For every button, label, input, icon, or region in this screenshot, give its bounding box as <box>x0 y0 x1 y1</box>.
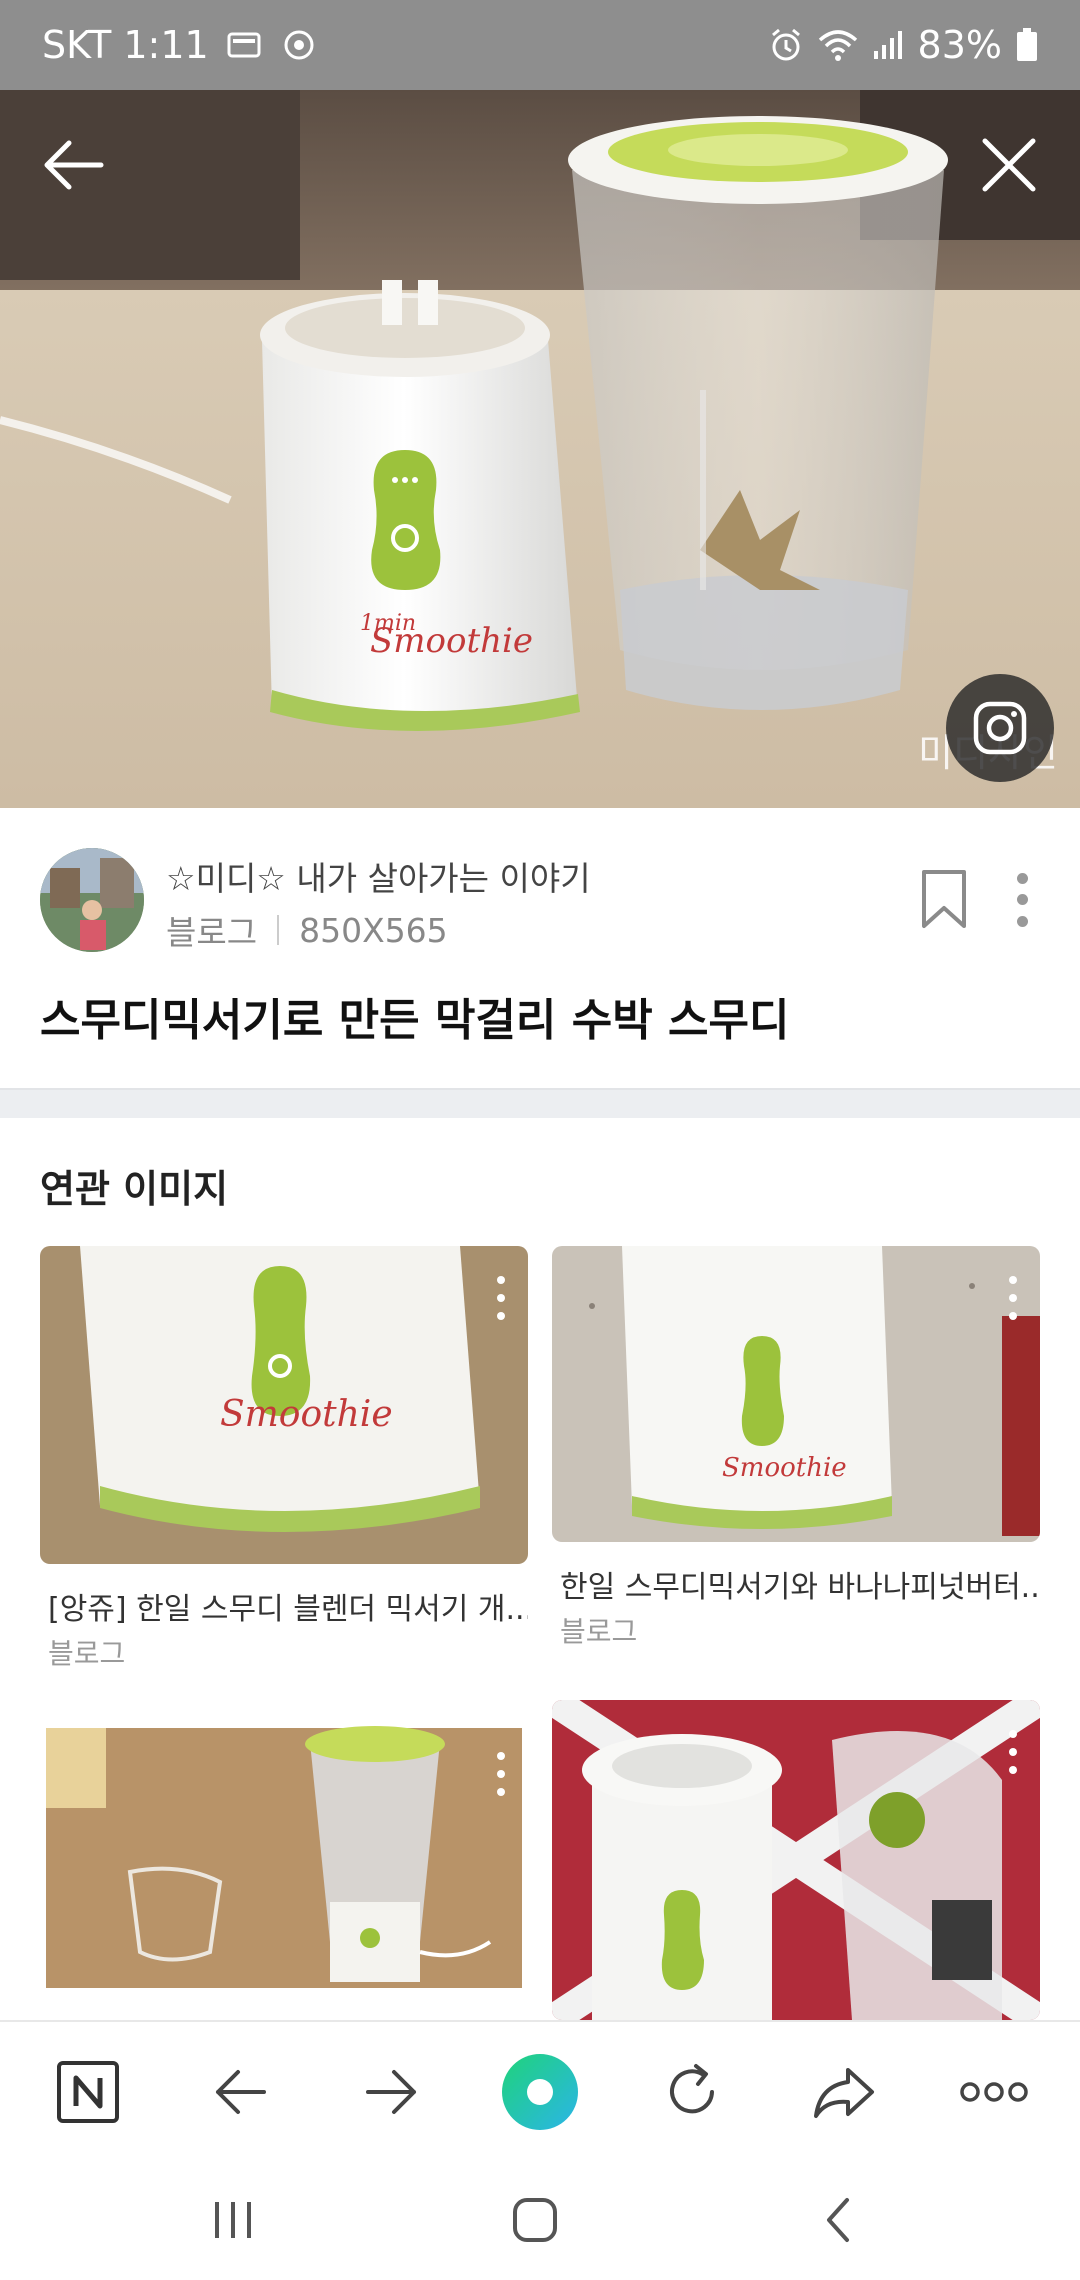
card-more-button[interactable] <box>1008 1730 1018 1774</box>
bookmark-button[interactable] <box>916 868 972 932</box>
dot <box>1016 915 1028 927</box>
image-meta: 블로그 850X565 <box>166 906 448 954</box>
card-source: 블로그 <box>48 1637 126 1670</box>
battery-icon <box>1016 28 1038 62</box>
naver-home-icon <box>57 2061 119 2123</box>
alarm-icon <box>768 27 804 63</box>
image-info-section: ☆미디☆ 내가 살아가는 이야기 블로그 850X565 스무디믹서기로 만든 … <box>0 808 1080 1088</box>
carrier-time: SKT 1:11 <box>42 23 209 67</box>
more-options-button[interactable] <box>1000 868 1044 932</box>
related-card-4[interactable] <box>552 1700 1040 2020</box>
blog-name[interactable]: ☆미디☆ 내가 살아가는 이야기 <box>166 852 591 900</box>
bookmark-icon <box>922 870 966 928</box>
card-caption: 한일 스무디믹서기와 바나나피넛버터... <box>560 1570 1040 1605</box>
related-thumb-image: Smoothie <box>40 1246 528 1564</box>
dot <box>1016 894 1028 906</box>
image-viewer-page: SKT 1:11 83% 1min Smoothie ☆미디☆ 내가 살아가는 … <box>0 0 1080 2280</box>
card-more-button[interactable] <box>496 1752 506 1796</box>
lens-search-icon <box>973 701 1027 755</box>
avatar-image <box>40 848 144 952</box>
dot <box>1016 873 1028 885</box>
browser-toolbar <box>0 2020 1080 2160</box>
close-button[interactable] <box>964 120 1054 210</box>
status-bar: SKT 1:11 83% <box>0 0 1080 90</box>
related-thumb-1: Smoothie <box>40 1246 528 1564</box>
wifi-icon <box>818 28 858 62</box>
related-card-3[interactable] <box>40 1722 528 2022</box>
back-icon <box>827 2198 849 2242</box>
related-thumb-image: Smoothie <box>552 1246 1040 1542</box>
recent-apps-button[interactable] <box>188 2180 278 2260</box>
svg-text:Smoothie: Smoothie <box>220 1394 393 1435</box>
home-icon <box>513 2198 557 2242</box>
recent-apps-icon <box>215 2202 251 2238</box>
refresh-icon <box>670 2064 714 2114</box>
related-thumb-4 <box>552 1700 1040 2020</box>
green-dot-button[interactable] <box>498 2050 582 2134</box>
svg-text:Smoothie: Smoothie <box>722 1453 847 1483</box>
back-button[interactable] <box>28 120 118 210</box>
smart-lens-button[interactable] <box>946 674 1054 782</box>
sync-icon <box>281 27 317 63</box>
more-icon <box>960 2082 1028 2102</box>
browser-forward-button[interactable] <box>350 2050 434 2134</box>
source-type: 블로그 <box>166 913 258 952</box>
system-back-button[interactable] <box>792 2180 882 2260</box>
meta-divider <box>277 915 280 945</box>
share-button[interactable] <box>802 2050 886 2134</box>
blender-logo-text: Smoothie <box>370 621 533 661</box>
sim-card-icon <box>227 30 263 60</box>
card-caption: [앙쥬] 한일 스무디 블렌더 믹서기 개... <box>48 1592 528 1627</box>
naver-home-button[interactable] <box>46 2050 130 2134</box>
card-more-button[interactable] <box>496 1276 506 1320</box>
main-image[interactable]: 1min Smoothie 미디자인 <box>0 90 1080 808</box>
blog-avatar[interactable] <box>40 848 144 952</box>
related-thumb-3 <box>40 1722 528 1994</box>
green-dot-icon <box>502 2054 578 2130</box>
post-title[interactable]: 스무디믹서기로 만든 막걸리 수박 스무디 <box>40 984 789 1048</box>
related-card-2[interactable]: Smoothie 한일 스무디믹서기와 바나나피넛버터... 블로그 <box>552 1246 1040 1686</box>
card-source: 블로그 <box>560 1615 638 1648</box>
more-button[interactable] <box>952 2050 1036 2134</box>
card-more-button[interactable] <box>1008 1276 1018 1320</box>
system-navigation-bar <box>0 2160 1080 2280</box>
related-thumb-image <box>40 1722 528 1994</box>
share-icon <box>814 2068 874 2118</box>
related-thumb-2: Smoothie <box>552 1246 1040 1542</box>
battery-percent: 83% <box>917 23 1002 67</box>
related-card-1[interactable]: Smoothie [앙쥬] 한일 스무디 블렌더 믹서기 개... 블로그 <box>40 1246 528 1686</box>
close-icon <box>982 138 1036 192</box>
related-images-heading: 연관 이미지 <box>40 1167 229 1211</box>
forward-arrow-icon <box>366 2070 416 2114</box>
back-arrow-icon <box>44 140 104 190</box>
refresh-button[interactable] <box>650 2050 734 2134</box>
section-divider <box>0 1088 1080 1118</box>
related-thumb-image <box>552 1700 1040 2020</box>
image-dimensions: 850X565 <box>299 910 448 950</box>
back-arrow-icon <box>216 2070 266 2114</box>
browser-back-button[interactable] <box>198 2050 282 2134</box>
blender-photo: 1min Smoothie <box>0 90 1080 808</box>
signal-icon <box>872 29 904 61</box>
home-button[interactable] <box>490 2180 580 2260</box>
